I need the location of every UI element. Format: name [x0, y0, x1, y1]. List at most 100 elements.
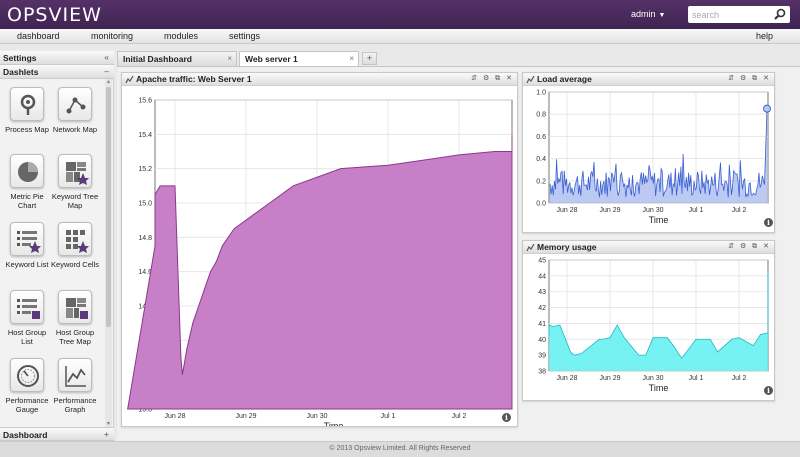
collapse-dashlets-button[interactable]: – — [104, 66, 109, 76]
menu-monitoring[interactable]: monitoring — [91, 31, 133, 41]
load-average-chart: 0.0 0.2 0.4 0.6 0.8 1.0 Jun 28 Jun 29 Jun 30 Jul … — [536, 90, 771, 225]
x-tick-label: Jun 30 — [642, 375, 663, 382]
user-menu[interactable]: admin ▼ — [631, 9, 665, 19]
menu-modules[interactable]: modules — [164, 31, 198, 41]
panel-controls[interactable]: ⇵ ⚙ ⧉ ✕ — [728, 242, 771, 251]
settings-header[interactable]: Settings « — [0, 51, 114, 65]
dashlet-metric-pie-chart[interactable]: Metric Pie Chart — [3, 154, 51, 210]
keyword-list-icon — [17, 231, 41, 253]
x-tick-label: Jul 1 — [689, 207, 704, 214]
sidebar: Settings « Dashlets – Process Map Networ… — [0, 51, 114, 441]
apache-traffic-chart: 13.814.014.214.414.614.815.015.215.415.6… — [127, 98, 513, 426]
dashlet-label: Network Map — [52, 125, 98, 134]
opsview-logo[interactable]: OPSVIEW — [7, 4, 102, 26]
y-tick-label: 15.2 — [138, 166, 152, 173]
dashlet-label: Host Group List — [7, 328, 47, 346]
dashboard-label: Dashboard — [3, 430, 48, 440]
dashlet-label: Keyword Tree Map — [51, 192, 99, 210]
x-axis-label: Time — [649, 215, 669, 225]
pie-chart-icon — [18, 162, 38, 182]
menu-dashboard[interactable]: dashboard — [17, 31, 60, 41]
y-tick-label: 45 — [538, 258, 546, 265]
memory-usage-panel: Memory usage ⇵ ⚙ ⧉ ✕ 38 39 40 41 42 43 44 45 Jun… — [522, 240, 775, 401]
tab-label: Initial Dashboard — [123, 54, 192, 64]
dashboard-header[interactable]: Dashboard + — [0, 427, 114, 441]
x-tick-label: Jul 1 — [381, 413, 396, 420]
y-tick-label: 1.0 — [536, 90, 546, 97]
dashlet-performance-graph[interactable]: Performance Graph — [51, 358, 99, 414]
dashlet-network-map[interactable]: Network Map — [51, 87, 99, 134]
close-icon[interactable]: × — [227, 54, 232, 63]
close-icon[interactable]: × — [349, 54, 354, 63]
dashlet-host-group-list[interactable]: Host Group List — [3, 290, 51, 346]
x-tick-label: Jul 2 — [452, 413, 467, 420]
y-tick-label: 40 — [538, 337, 546, 344]
dashlet-label: Performance Graph — [53, 396, 97, 414]
menu-settings[interactable]: settings — [229, 31, 260, 41]
y-tick-label: 44 — [538, 273, 546, 280]
scroll-up-icon[interactable]: ▲ — [105, 79, 112, 85]
x-tick-label: Jun 30 — [642, 207, 663, 214]
host-group-list-icon — [17, 299, 40, 319]
apache-traffic-panel: Apache traffic: Web Server 1 ⇵ ⚙ ⧉ ✕ 13.… — [121, 72, 518, 427]
dashlet-label: Performance Gauge — [5, 396, 49, 414]
dashlet-host-group-tree-map[interactable]: Host Group Tree Map — [51, 290, 99, 346]
dashlet-list: Process Map Network Map Metric Pie Chart… — [0, 79, 104, 427]
footer: © 2013 Opsview Limited. All Rights Reser… — [0, 441, 800, 457]
search-input[interactable] — [692, 8, 770, 21]
y-tick-label: 0.4 — [536, 156, 546, 163]
y-tick-label: 42 — [538, 305, 546, 312]
settings-label: Settings — [3, 53, 37, 63]
x-tick-label: Jun 28 — [556, 375, 577, 382]
x-tick-label: Jun 29 — [599, 207, 620, 214]
tab-web-server-1[interactable]: Web server 1 × — [239, 51, 359, 67]
y-tick-label: 15.4 — [138, 132, 152, 139]
memory-usage-chart: 38 39 40 41 42 43 44 45 Jun 28 Jun 29 Jun 30 Jul 1 J… — [538, 258, 769, 393]
info-icon[interactable]: i — [764, 386, 773, 395]
panel-controls[interactable]: ⇵ ⚙ ⧉ ✕ — [471, 74, 514, 83]
x-tick-label: Jun 29 — [599, 375, 620, 382]
tab-initial-dashboard[interactable]: Initial Dashboard × — [117, 51, 237, 66]
dashlet-performance-gauge[interactable]: Performance Gauge — [3, 358, 51, 414]
user-name: admin — [631, 9, 656, 19]
cells-icon — [66, 230, 89, 253]
search-icon[interactable] — [774, 8, 786, 20]
x-tick-label: Jun 29 — [235, 413, 256, 420]
chevron-down-icon: ▼ — [658, 12, 666, 19]
dashlets-label: Dashlets — [3, 67, 39, 77]
sidebar-scrollbar[interactable]: ▲ ▼ — [105, 79, 112, 427]
dashlet-keyword-tree-map[interactable]: Keyword Tree Map — [51, 154, 99, 210]
y-tick-label: 0.0 — [536, 201, 546, 208]
y-tick-label: 43 — [538, 289, 546, 296]
tree-map-icon — [66, 162, 89, 185]
panel-controls[interactable]: ⇵ ⚙ ⧉ ✕ — [728, 74, 771, 83]
scrollbar-thumb[interactable] — [106, 87, 111, 327]
panel-header[interactable]: Load average ⇵ ⚙ ⧉ ✕ — [523, 73, 774, 86]
x-tick-label: Jul 2 — [732, 375, 747, 382]
dashlet-process-map[interactable]: Process Map — [3, 87, 51, 134]
menu-help[interactable]: help — [756, 31, 773, 41]
y-tick-label: 38 — [538, 369, 546, 376]
dashlet-label: Process Map — [5, 125, 49, 134]
dashboard-content: Apache traffic: Web Server 1 ⇵ ⚙ ⧉ ✕ 13.… — [117, 66, 800, 441]
add-tab-button[interactable]: + — [362, 52, 377, 65]
panel-title: Load average — [537, 74, 592, 84]
dashlet-keyword-cells[interactable]: Keyword Cells — [51, 222, 99, 269]
top-header: OPSVIEW admin ▼ — [0, 0, 800, 29]
info-icon[interactable]: i — [502, 413, 511, 422]
dashlet-keyword-list[interactable]: Keyword List — [3, 222, 51, 269]
panel-header[interactable]: Memory usage ⇵ ⚙ ⧉ ✕ — [523, 241, 774, 254]
collapse-sidebar-button[interactable]: « — [104, 52, 109, 62]
panel-header[interactable]: Apache traffic: Web Server 1 ⇵ ⚙ ⧉ ✕ — [122, 73, 517, 86]
x-tick-label: Jul 2 — [732, 207, 747, 214]
tab-label: Web server 1 — [245, 54, 298, 64]
x-tick-label: Jun 28 — [164, 413, 185, 420]
y-tick-label: 0.6 — [536, 134, 546, 141]
expand-dashboard-button[interactable]: + — [104, 429, 109, 439]
dashlets-header[interactable]: Dashlets – — [0, 65, 114, 79]
y-tick-label: 0.2 — [536, 178, 546, 185]
panel-title: Apache traffic: Web Server 1 — [136, 74, 252, 84]
gauge-icon — [17, 365, 39, 387]
x-tick-label: Jul 1 — [689, 375, 704, 382]
info-icon[interactable]: i — [764, 218, 773, 227]
